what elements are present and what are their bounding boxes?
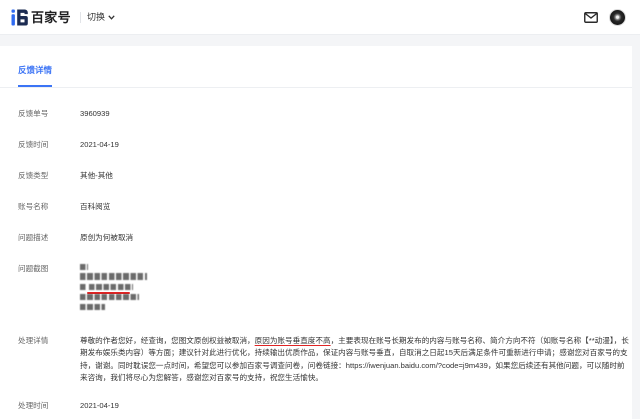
issue-description-value: 原创为何被取消 <box>80 233 134 242</box>
detail-row-processing: 处理详情 尊敬的作者您好，经查询，您图文原创权益被取消，原因为账号垂直度不高，主… <box>0 335 632 397</box>
mail-icon[interactable] <box>584 12 598 23</box>
account-name-label: 账号名称 <box>18 202 49 211</box>
detail-row-feedback-time: 反馈时间 2021-04-19 <box>0 139 632 152</box>
issue-screenshot-label: 问题截图 <box>18 264 49 273</box>
blurred-text-line <box>80 283 87 290</box>
header-divider <box>80 12 81 23</box>
processed-time-value: 2021-04-19 <box>80 401 119 410</box>
issue-description-label: 问题描述 <box>18 233 49 242</box>
feedback-detail-card: 反馈详情 反馈单号 3960939 反馈时间 2021-04-19 反馈类型 其… <box>0 46 632 419</box>
baijiahao-logo-icon[interactable] <box>11 8 29 27</box>
detail-row-feedback-type: 反馈类型 其他-其他 <box>0 170 632 183</box>
feedback-type-value: 其他-其他 <box>80 171 113 180</box>
feedback-id-value: 3960939 <box>80 109 110 118</box>
feedback-id-label: 反馈单号 <box>18 109 49 118</box>
annotated-reason-text: 原因为账号垂直度不高 <box>254 336 331 345</box>
feedback-type-label: 反馈类型 <box>18 171 49 180</box>
blurred-text-line <box>80 273 147 280</box>
account-name-value: 百科阅览 <box>80 202 111 211</box>
feedback-time-value: 2021-04-19 <box>80 140 119 149</box>
processing-text-part: 尊敬的作者您好，经查询，您图文原创权益被取消， <box>80 336 255 345</box>
brand-name[interactable]: 百家号 <box>31 10 71 25</box>
tab-divider <box>0 87 632 88</box>
chevron-down-icon <box>108 15 115 20</box>
blurred-text-line <box>89 283 133 290</box>
issue-screenshot-image[interactable] <box>79 262 151 314</box>
processing-detail-text: 尊敬的作者您好，经查询，您图文原创权益被取消，原因为账号垂直度不高，主要表现在账… <box>80 335 630 385</box>
tab-feedback-detail[interactable]: 反馈详情 <box>18 64 52 76</box>
blurred-text-line <box>80 263 88 270</box>
top-header: 百家号 切换 <box>0 0 640 35</box>
account-switch-button[interactable]: 切换 <box>87 11 115 24</box>
detail-row-issue-screenshot: 问题截图 <box>0 262 632 315</box>
feedback-time-label: 反馈时间 <box>18 140 49 149</box>
detail-row-feedback-id: 反馈单号 3960939 <box>0 108 632 121</box>
detail-row-processed-time: 处理时间 2021-04-19 <box>0 400 632 413</box>
processed-time-label: 处理时间 <box>18 401 49 410</box>
detail-row-account-name: 账号名称 百科阅览 <box>0 201 632 214</box>
processing-detail-label: 处理详情 <box>18 336 49 345</box>
account-switch-label: 切换 <box>87 12 106 22</box>
user-avatar[interactable] <box>609 9 626 26</box>
detail-row-issue-description: 问题描述 原创为何被取消 <box>0 232 632 245</box>
blurred-text-line <box>80 293 139 300</box>
blurred-text-line <box>80 303 105 310</box>
